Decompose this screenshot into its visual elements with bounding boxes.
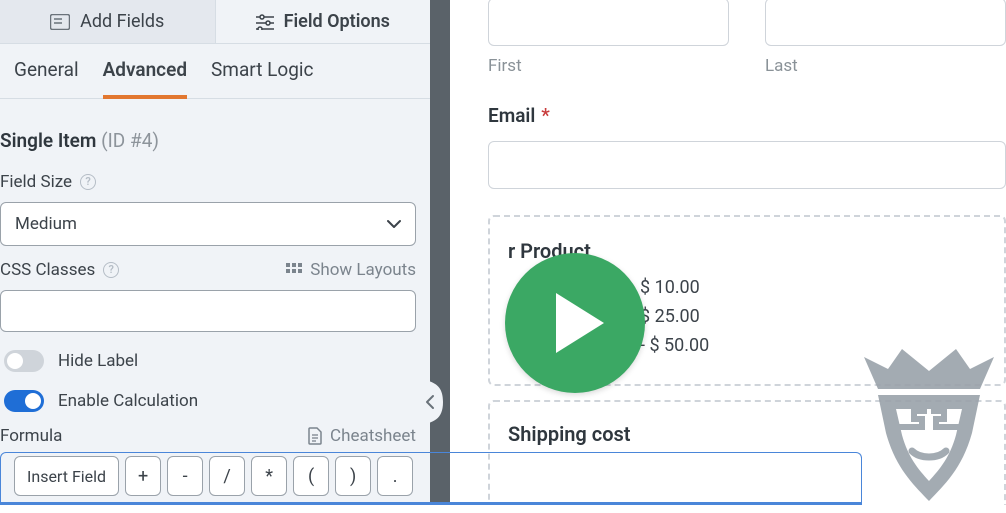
op-paren-r-button[interactable]: ) <box>335 456 371 496</box>
brand-logo <box>844 309 1006 513</box>
enable-calc-text: Enable Calculation <box>58 391 198 411</box>
show-layouts-button[interactable]: Show Layouts <box>286 260 416 280</box>
field-title: Single Item (ID #4) <box>0 115 430 166</box>
op-divide-button[interactable]: / <box>209 456 245 496</box>
op-paren-l-button[interactable]: ( <box>293 456 329 496</box>
help-icon[interactable] <box>103 262 119 278</box>
css-classes-input[interactable] <box>0 290 416 332</box>
op-minus-button[interactable]: - <box>167 456 203 496</box>
field-id: (ID #4) <box>101 129 159 152</box>
insert-field-button[interactable]: Insert Field <box>14 456 119 496</box>
css-classes-label: CSS Classes <box>0 260 95 280</box>
tab-add-fields-label: Add Fields <box>80 11 164 32</box>
first-name-label: First <box>488 56 729 76</box>
chevron-down-icon <box>387 219 401 229</box>
email-label: Email* <box>488 104 1006 127</box>
play-icon <box>552 291 608 355</box>
sidebar: Add Fields Field Options General Advance… <box>0 0 450 505</box>
top-tabs: Add Fields Field Options <box>0 0 430 44</box>
op-plus-button[interactable]: + <box>125 456 161 496</box>
hide-label-row: Hide Label <box>0 340 430 380</box>
add-fields-icon <box>50 14 70 30</box>
tab-field-options[interactable]: Field Options <box>215 0 431 44</box>
layout-grid-icon <box>286 263 302 277</box>
hide-label-toggle[interactable] <box>4 350 44 372</box>
tab-field-options-label: Field Options <box>284 11 390 32</box>
enable-calc-toggle[interactable] <box>4 390 44 412</box>
field-size-select[interactable]: Medium <box>0 202 416 246</box>
op-multiply-button[interactable]: * <box>251 456 287 496</box>
last-name-label: Last <box>765 56 1006 76</box>
sub-tabs: General Advanced Smart Logic <box>0 44 430 99</box>
show-layouts-label: Show Layouts <box>310 260 416 280</box>
field-size-row: Field Size Medium <box>0 166 430 254</box>
cheatsheet-label: Cheatsheet <box>330 426 416 446</box>
enable-calc-row: Enable Calculation <box>0 380 430 420</box>
tab-add-fields[interactable]: Add Fields <box>0 0 215 44</box>
cheatsheet-link[interactable]: Cheatsheet <box>308 426 416 446</box>
email-input[interactable] <box>488 141 1006 189</box>
document-icon <box>308 427 322 445</box>
op-dot-button[interactable]: . <box>377 456 413 496</box>
collapse-sidebar-button[interactable] <box>419 378 443 426</box>
sub-tab-advanced[interactable]: Advanced <box>103 58 187 99</box>
css-classes-row: CSS Classes Show Layouts <box>0 254 430 340</box>
formula-label: Formula <box>0 426 62 446</box>
sub-tab-smart-logic[interactable]: Smart Logic <box>211 58 313 98</box>
first-name-input[interactable] <box>488 0 729 46</box>
last-name-input[interactable] <box>765 0 1006 46</box>
help-icon[interactable] <box>80 174 96 190</box>
field-name: Single Item <box>0 129 96 152</box>
chevron-left-icon <box>425 394 435 410</box>
sub-tab-general[interactable]: General <box>14 58 79 98</box>
play-button[interactable] <box>505 253 645 393</box>
options-panel: Single Item (ID #4) Field Size Medium <box>0 99 430 505</box>
field-size-value: Medium <box>15 214 77 234</box>
sliders-icon <box>256 14 274 30</box>
field-size-label: Field Size <box>0 172 72 192</box>
required-indicator: * <box>541 104 550 127</box>
hide-label-text: Hide Label <box>58 351 138 371</box>
